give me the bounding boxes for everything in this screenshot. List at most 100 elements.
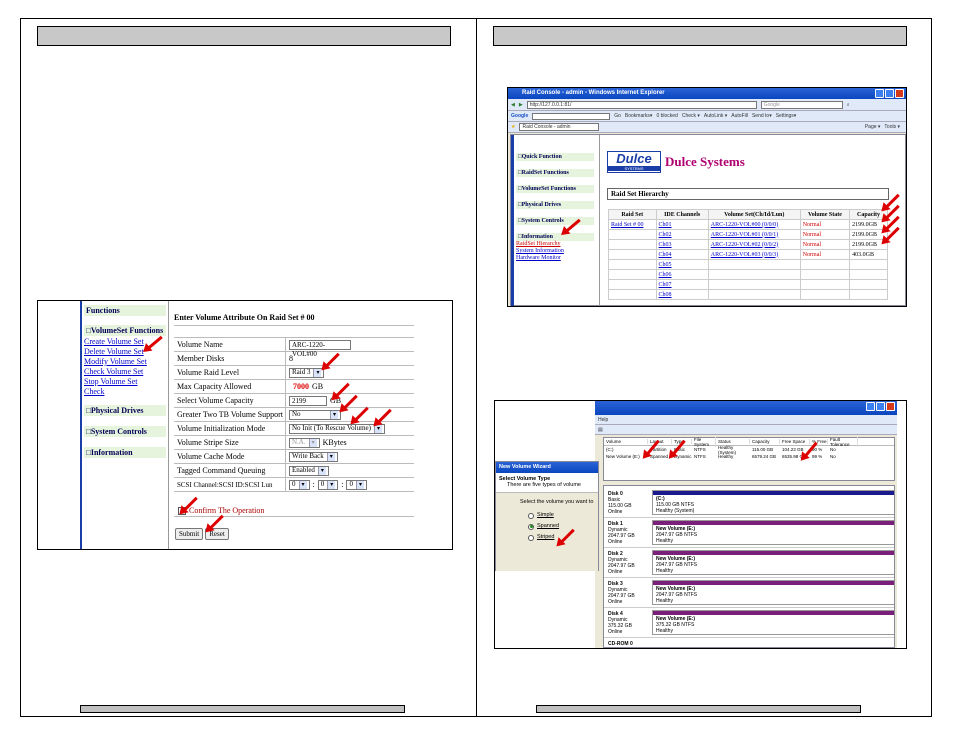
dm-toolbar: ▤ (595, 425, 897, 435)
table-cell[interactable]: ARC-1220-VOL#02 (0/0/2) (707, 239, 801, 250)
tools-tools[interactable]: Tools ▾ (884, 124, 900, 130)
ie-menu-system[interactable]: □System Controls (516, 217, 594, 225)
ie-menu-physical[interactable]: □Physical Drives (516, 201, 594, 209)
toolbar-bookmarks[interactable]: Bookmarks▾ (625, 113, 653, 119)
radio-icon[interactable] (528, 534, 534, 541)
link-stop-volume-set[interactable]: Stop Volume Set (84, 377, 166, 387)
menu-information[interactable]: □Information (84, 447, 166, 458)
menu-physical-drives[interactable]: □Physical Drives (84, 405, 166, 416)
column-header[interactable]: Status (716, 439, 750, 444)
table-cell[interactable]: ARC-1220-VOL#00 (0/0/0) (707, 219, 801, 230)
disk-row[interactable]: Disk 3 Dynamic 2047.97 GB Online New Volume … (604, 578, 894, 608)
table-cell (707, 269, 801, 280)
search-input[interactable]: Google (760, 100, 843, 109)
scsi-channel-select[interactable]: 0 ▾ (289, 479, 310, 490)
toolbar-icon[interactable]: ▤ (598, 427, 603, 433)
toolbar-go[interactable]: Go (614, 113, 621, 119)
table-cell[interactable]: Raid Set # 00 (608, 219, 657, 230)
forward-icon[interactable]: ▶ (519, 102, 523, 108)
toolbar-blocked[interactable]: 0 blocked (656, 113, 677, 119)
row-volume-name: Volume Name ARC-1220-VOL#00 (174, 338, 414, 358)
table-cell[interactable]: Ch06 (655, 269, 709, 280)
disk-row[interactable]: Disk 1 Dynamic 2047.97 GB Online New Volume … (604, 518, 894, 548)
back-icon[interactable]: ◀ (511, 102, 515, 108)
scsi-lun-select[interactable]: 0 ▾ (346, 479, 367, 490)
link-modify-volume-set[interactable]: Modify Volume Set (84, 357, 166, 367)
toolbar-autolink[interactable]: AutoLink ▾ (704, 113, 727, 119)
ie-menu-information[interactable]: □Information (516, 233, 594, 241)
maximize-icon[interactable] (876, 402, 885, 411)
ie-link-system-info[interactable]: System Information (516, 248, 594, 255)
volume-cell: 115.00 GB (752, 447, 774, 452)
ie-menu-raidset[interactable]: □RaidSet Functions (516, 169, 594, 177)
minimize-icon[interactable] (875, 89, 884, 98)
table-cell[interactable]: Ch01 (655, 219, 709, 230)
table-cell[interactable]: Ch08 (655, 289, 709, 300)
ie-link-hardware-monitor[interactable]: Hardware Monitor (516, 255, 594, 262)
table-cell[interactable]: Ch07 (655, 279, 709, 290)
ie-menu-quick[interactable]: □Quick Function (516, 153, 594, 161)
column-header[interactable]: Fault Tolerance (828, 436, 858, 447)
submit-button[interactable]: Submit (175, 528, 204, 540)
column-header[interactable]: Volume (604, 439, 648, 444)
link-delete-volume-set[interactable]: Delete Volume Set (84, 347, 166, 357)
table-cell[interactable]: Ch04 (655, 249, 709, 260)
column-header[interactable]: Free Space (780, 439, 810, 444)
volume-name-input[interactable]: ARC-1220-VOL#00 (289, 339, 351, 358)
volume-type-option[interactable]: Simple (528, 510, 594, 521)
address-input[interactable]: http://127.0.0.1:81/ (526, 100, 757, 109)
search-icon[interactable]: ⌕ (847, 102, 850, 108)
window-controls (875, 89, 904, 98)
table-cell[interactable]: Ch03 (655, 239, 709, 250)
disk-volume-block[interactable]: New Volume (E:) 2047.97 GB NTFS Healthy (652, 520, 894, 545)
disk-volume-block[interactable]: New Volume (E:) 375.32 GB NTFS Healthy (652, 610, 894, 635)
menu-volumeset[interactable]: □VolumeSet Functions (84, 325, 166, 336)
column-header[interactable]: File System (692, 436, 716, 447)
disk-label: Disk 0 Basic 115.00 GB Online (608, 491, 648, 515)
favorites-star-icon[interactable]: ★ (511, 124, 515, 130)
close-icon[interactable] (886, 402, 895, 411)
table-cell[interactable]: Ch05 (655, 259, 709, 270)
table-cell[interactable]: ARC-1220-VOL#01 (0/0/1) (707, 229, 801, 240)
google-search-input[interactable] (532, 112, 611, 120)
toolbar-sendto[interactable]: Send to▾ (752, 113, 772, 119)
link-check[interactable]: Check (84, 387, 166, 397)
column-header[interactable]: Layout (648, 439, 672, 444)
close-icon[interactable] (895, 89, 904, 98)
toolbar-autofill[interactable]: AutoFill (731, 113, 748, 119)
capacity-input[interactable]: 2199 (289, 395, 327, 406)
table-cell[interactable]: Ch02 (655, 229, 709, 240)
toolbar-settings[interactable]: Settings▾ (776, 113, 797, 119)
toolbar-check[interactable]: Check ▾ (682, 113, 700, 119)
tools-page[interactable]: Page ▾ (865, 124, 881, 130)
table-cell[interactable]: ARC-1220-VOL#03 (0/0/3) (707, 249, 801, 260)
column-header[interactable]: Capacity (750, 439, 780, 444)
tab-raid-console[interactable]: Raid Console - admin (519, 123, 600, 131)
radio-icon[interactable] (528, 512, 534, 519)
disk-volume-block[interactable]: New Volume (E:) 2047.97 GB NTFS Healthy (652, 580, 894, 605)
stripe-size-select[interactable]: N.A. ▾ (289, 437, 320, 448)
two-tb-select[interactable]: No ▾ (289, 409, 341, 420)
link-check-volume-set[interactable]: Check Volume Set (84, 367, 166, 377)
cache-mode-select[interactable]: Write Back ▾ (289, 451, 338, 462)
menu-functions[interactable]: Functions (84, 305, 166, 316)
disk-volume-block[interactable]: (C:) 115.00 GB NTFS Healthy (System) (652, 490, 894, 515)
disk-row[interactable]: Disk 4 Dynamic 375.32 GB Online New Volume (… (604, 608, 894, 638)
maximize-icon[interactable] (885, 89, 894, 98)
volume-cell: Healthy (System) (718, 444, 736, 455)
minimize-icon[interactable] (866, 402, 875, 411)
scsi-id-select[interactable]: 0 ▾ (317, 479, 339, 490)
tcq-select[interactable]: Enabled ▾ (289, 465, 329, 476)
disk-row[interactable]: Disk 2 Dynamic 2047.97 GB Online New Volume … (604, 548, 894, 578)
disk-volume-block[interactable]: New Volume (E:) 2047.97 GB NTFS Healthy (652, 550, 894, 575)
menu-help[interactable]: Help (598, 417, 608, 423)
init-mode-select[interactable]: No Init (To Rescue Volume) ▾ (289, 423, 385, 434)
radio-icon[interactable] (528, 523, 534, 530)
ie-menu-volumeset[interactable]: □VolumeSet Functions (516, 185, 594, 193)
create-volume-screenshot: Functions □VolumeSet Functions Create Vo… (37, 300, 453, 550)
volume-type-option[interactable]: Spanned (528, 521, 594, 532)
menu-system-controls[interactable]: □System Controls (84, 426, 166, 437)
disk-row[interactable]: Disk 0 Basic 115.00 GB Online (C:) 115.00 GB … (604, 488, 894, 518)
table-row: Ch02 ARC-1220-VOL#01 (0/0/1) Normal 2199.0G… (608, 229, 888, 240)
ie-link-raidset-hierarchy[interactable]: RaidSet Hierarchy (516, 241, 594, 248)
